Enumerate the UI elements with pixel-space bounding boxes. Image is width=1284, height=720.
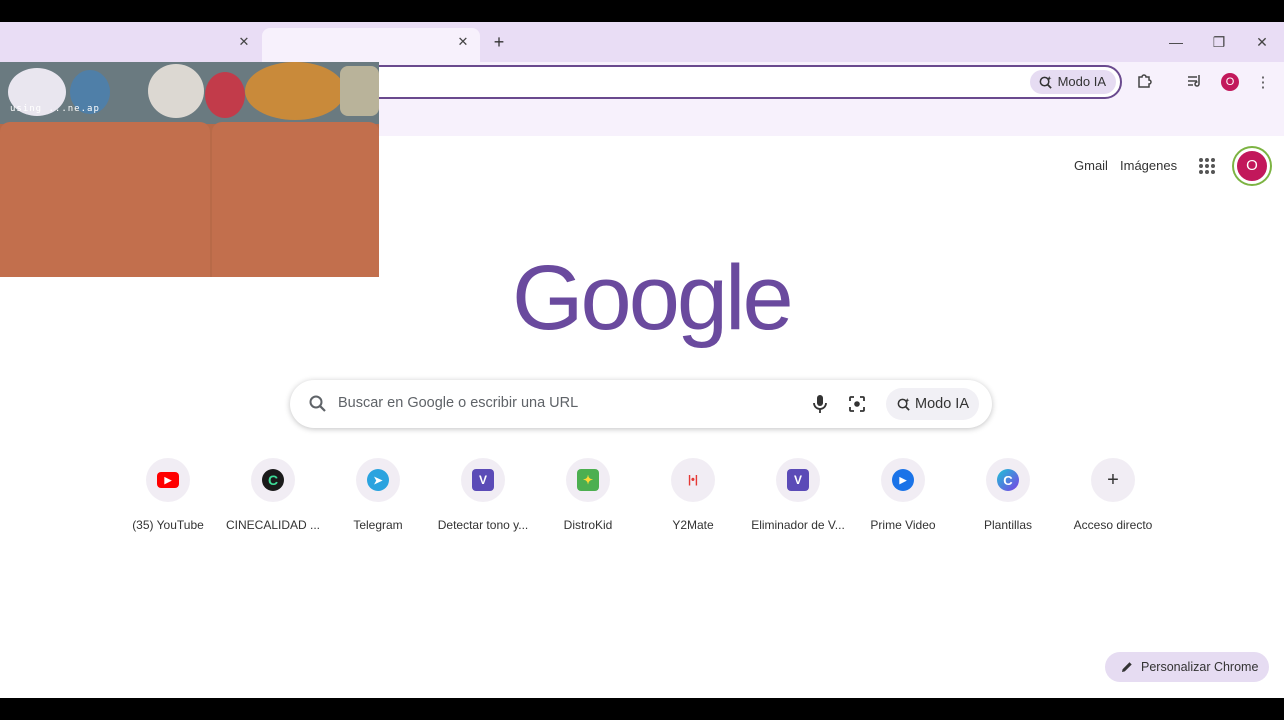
cinecalidad-icon: C [262,469,284,491]
shortcut-tile: ✦ [566,458,610,502]
shortcuts-grid: ▶ (35) YouTube C CINECALIDAD ... ➤ Teleg… [116,458,1168,548]
shortcut-label: Prime Video [870,518,936,532]
customize-label: Personalizar Chrome [1141,660,1259,674]
shortcut-add[interactable]: + Acceso directo [1061,458,1165,548]
plus-icon: + [1107,468,1119,491]
shortcut-prime-video[interactable]: ▶ Prime Video [851,458,955,548]
plush-toy [205,72,245,118]
google-apps-icon[interactable] [1199,158,1215,174]
shortcut-tile: V [776,458,820,502]
sofa-cushion [0,122,210,277]
tab-strip: ✕ ✕ + — ❐ ✕ [0,22,1284,62]
google-logo: Google [512,247,794,349]
sofa-cushion [212,122,379,277]
shortcut-cinecalidad[interactable]: C CINECALIDAD ... [221,458,325,548]
ai-search-icon [1039,75,1052,89]
profile-avatar-small[interactable]: O [1221,73,1239,91]
shortcut-label: DistroKid [563,518,613,532]
shortcut-tile: ▶ [881,458,925,502]
ai-search-icon [897,397,910,411]
search-input[interactable]: Buscar en Google o escribir una URL [338,395,578,411]
ai-mode-label: Modo IA [915,396,969,412]
close-tab-icon[interactable]: ✕ [455,34,471,50]
distrokid-icon: ✦ [577,469,599,491]
canva-icon: C [997,469,1019,491]
shortcut-tile: |•| [671,458,715,502]
new-tab-button[interactable]: + [489,32,509,52]
shortcut-youtube[interactable]: ▶ (35) YouTube [116,458,220,548]
images-link[interactable]: Imágenes [1120,158,1177,173]
ai-mode-button[interactable]: Modo IA [886,388,979,420]
shortcut-label: Acceso directo [1073,518,1153,532]
search-icon [309,395,326,412]
close-tab-icon[interactable]: ✕ [236,34,252,50]
shortcut-tile: ▶ [146,458,190,502]
youtube-icon: ▶ [157,472,179,488]
shortcut-label: Telegram [353,518,403,532]
plush-toy [148,64,204,118]
plush-toy [245,62,345,120]
pencil-icon [1122,662,1132,672]
search-box[interactable]: Buscar en Google o escribir una URL Modo… [290,380,992,428]
v-letter-icon: V [787,469,809,491]
shortcut-label: Y2Mate [672,518,714,532]
ai-mode-chip[interactable]: Modo IA [1029,70,1116,94]
screen: ✕ ✕ + — ❐ ✕ Modo IA O ⋮ Gmail Imágenes O… [0,0,1284,720]
shortcut-tile: ➤ [356,458,400,502]
shortcut-tile: + [1091,458,1135,502]
shortcut-eliminador[interactable]: V Eliminador de V... [746,458,850,548]
ai-mode-chip-label: Modo IA [1057,74,1106,89]
shortcut-distrokid[interactable]: ✦ DistroKid [536,458,640,548]
close-window-icon[interactable]: ✕ [1250,32,1274,52]
browser-window: ✕ ✕ + — ❐ ✕ Modo IA O ⋮ Gmail Imágenes O… [0,22,1284,698]
shortcut-label: (35) YouTube [132,518,204,532]
v-letter-icon: V [472,469,494,491]
telegram-icon: ➤ [367,469,389,491]
shortcut-tile: C [986,458,1030,502]
shortcut-telegram[interactable]: ➤ Telegram [326,458,430,548]
minimize-icon[interactable]: — [1164,32,1188,52]
shortcut-label: Detectar tono y... [437,518,529,532]
customize-chrome-button[interactable]: Personalizar Chrome [1105,652,1269,682]
media-control-icon[interactable] [1184,72,1206,94]
webcam-watermark: using ...ne.ap [10,104,100,114]
extensions-icon[interactable] [1134,72,1156,94]
menu-kebab-icon[interactable]: ⋮ [1252,72,1274,94]
plush-toy [340,66,379,116]
shortcut-label: CINECALIDAD ... [225,518,321,532]
shortcut-detectar-tono[interactable]: V Detectar tono y... [431,458,535,548]
shortcut-plantillas[interactable]: C Plantillas [956,458,1060,548]
shortcut-y2mate[interactable]: |•| Y2Mate [641,458,745,548]
microphone-icon[interactable] [810,393,830,415]
webcam-overlay: using ...ne.ap [0,62,379,277]
tab-active[interactable]: ✕ [262,28,480,62]
restore-icon[interactable]: ❐ [1207,32,1231,52]
account-avatar[interactable]: O [1234,148,1270,184]
shortcut-tile: C [251,458,295,502]
shortcut-tile: V [461,458,505,502]
shortcut-label: Eliminador de V... [751,518,845,532]
shortcut-label: Plantillas [983,518,1033,532]
google-lens-icon[interactable] [847,394,867,414]
gmail-link[interactable]: Gmail [1074,158,1108,173]
prime-video-icon: ▶ [892,469,914,491]
y2mate-icon: |•| [687,474,698,486]
